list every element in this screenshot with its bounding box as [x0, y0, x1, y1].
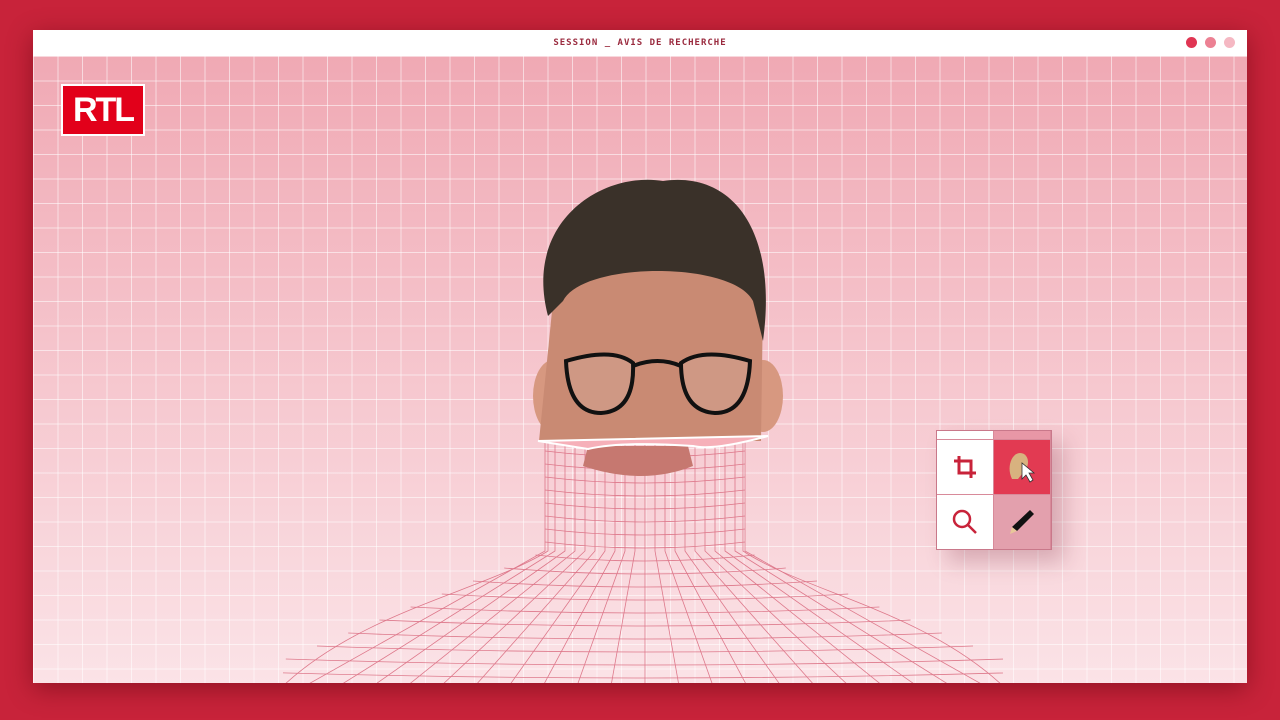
tool-palette [936, 430, 1052, 550]
magnifier-icon [952, 509, 977, 534]
pencil-icon [1010, 510, 1034, 534]
close-button[interactable] [1186, 37, 1197, 48]
crop-tool-button[interactable] [937, 440, 993, 494]
suspect-portrait [283, 179, 1003, 683]
wire-line [285, 658, 1003, 666]
hair-tool-button[interactable] [994, 440, 1050, 494]
wire-line [611, 441, 636, 683]
wire-line [343, 441, 556, 683]
wire-line [694, 441, 813, 683]
wire-line [654, 441, 679, 683]
minimize-button[interactable] [1205, 37, 1216, 48]
editor-canvas: RTL [33, 56, 1247, 683]
wire-line [443, 441, 586, 683]
face [533, 179, 783, 476]
crop-icon [954, 456, 976, 478]
app-window: SESSION _ AVIS DE RECHERCHE RTL [33, 30, 1247, 683]
zoom-tool-button[interactable] [937, 495, 993, 549]
wire-line [674, 441, 746, 683]
hair-cursor-icon [1009, 453, 1036, 483]
rtl-logo: RTL [61, 84, 145, 136]
wire-line [734, 441, 947, 683]
pencil-tool-button[interactable] [994, 495, 1050, 549]
wire-line [477, 441, 596, 683]
wire-line [704, 441, 847, 683]
window-title: SESSION _ AVIS DE RECHERCHE [553, 38, 727, 48]
wire-line [544, 441, 616, 683]
title-bar: SESSION _ AVIS DE RECHERCHE [33, 30, 1247, 57]
maximize-button[interactable] [1224, 37, 1235, 48]
